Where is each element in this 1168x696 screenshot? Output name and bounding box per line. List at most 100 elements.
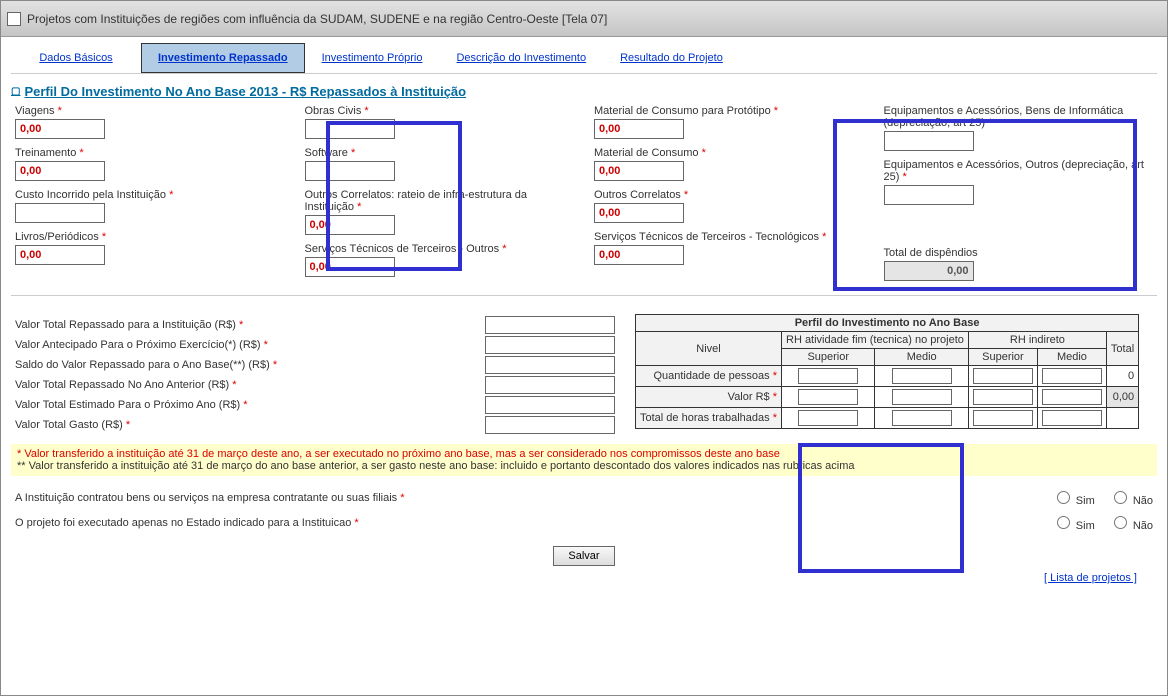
q0-yes-radio[interactable] bbox=[1057, 491, 1070, 504]
rh-row-1-label: Valor R$ * bbox=[636, 387, 782, 408]
input-equip-outros[interactable] bbox=[884, 185, 974, 205]
rh-row-2: Total de horas trabalhadas * bbox=[636, 408, 1139, 429]
rh-row-0: Quantidade de pessoas * 0 bbox=[636, 366, 1139, 387]
input-obras[interactable] bbox=[305, 119, 395, 139]
rh-colgroup-2: Total bbox=[1106, 332, 1138, 366]
label-total-0: Valor Total Repassado para a Instituição… bbox=[15, 319, 485, 331]
q0-yes[interactable]: Sim bbox=[1052, 488, 1095, 507]
label-total-3: Valor Total Repassado No Ano Anterior (R… bbox=[15, 379, 485, 391]
rh-r2-total bbox=[1106, 408, 1138, 429]
input-viagens[interactable] bbox=[15, 119, 105, 139]
label-software: Software * bbox=[305, 147, 575, 159]
label-mat-prototipo: Material de Consumo para Protótipo * bbox=[594, 105, 864, 117]
q1-yes[interactable]: Sim bbox=[1052, 513, 1095, 532]
q1-no-radio[interactable] bbox=[1114, 516, 1127, 529]
rh-sub-3: Medio bbox=[1037, 349, 1106, 366]
label-total-disp: Total de dispêndios bbox=[884, 247, 1154, 259]
input-total-2[interactable] bbox=[485, 356, 615, 374]
tabs: Dados Básicos Investimento Repassado Inv… bbox=[11, 43, 1157, 74]
rh-sub-0: Superior bbox=[782, 349, 875, 366]
tab-investimento-repassado[interactable]: Investimento Repassado bbox=[141, 43, 305, 73]
question-0-text: A Instituição contratou bens ou serviços… bbox=[15, 492, 1052, 504]
input-correlatos-rateio[interactable] bbox=[305, 215, 395, 235]
fields-grid: Viagens * Treinamento * Custo Incorrido … bbox=[11, 105, 1157, 281]
rh-colgroup-0: RH atividade fim (tecnica) no projeto bbox=[782, 332, 969, 349]
window: Projetos com Instituições de regiões com… bbox=[0, 0, 1168, 696]
label-custo-inst: Custo Incorrido pela Instituição * bbox=[15, 189, 285, 201]
questions: A Instituição contratou bens ou serviços… bbox=[11, 488, 1157, 532]
rh-r0-c0[interactable] bbox=[798, 368, 858, 384]
question-1-text: O projeto foi executado apenas no Estado… bbox=[15, 517, 1052, 529]
rh-r1-c0[interactable] bbox=[798, 389, 858, 405]
label-equip-outros: Equipamentos e Acessórios, Outros (depre… bbox=[884, 159, 1154, 183]
label-total-2: Saldo do Valor Repassado para o Ano Base… bbox=[15, 359, 485, 371]
rh-r2-c3[interactable] bbox=[1042, 410, 1102, 426]
input-software[interactable] bbox=[305, 161, 395, 181]
col-1: Viagens * Treinamento * Custo Incorrido … bbox=[15, 105, 285, 281]
label-equip-info: Equipamentos e Acessórios, Bens de Infor… bbox=[884, 105, 1154, 129]
label-total-4: Valor Total Estimado Para o Próximo Ano … bbox=[15, 399, 485, 411]
rh-r2-c1[interactable] bbox=[892, 410, 952, 426]
rh-r0-c3[interactable] bbox=[1042, 368, 1102, 384]
q0-no[interactable]: Não bbox=[1109, 488, 1153, 507]
label-viagens: Viagens * bbox=[15, 105, 285, 117]
rh-r0-total: 0 bbox=[1106, 366, 1138, 387]
q1-no[interactable]: Não bbox=[1109, 513, 1153, 532]
note-2: ** Valor transferido a instituição até 3… bbox=[17, 460, 1151, 472]
input-equip-info[interactable] bbox=[884, 131, 974, 151]
tab-descricao-investimento[interactable]: Descrição do Investimento bbox=[439, 43, 603, 73]
note-1: * Valor transferido a instituição até 31… bbox=[17, 448, 1151, 460]
rh-title: Perfil do Investimento no Ano Base bbox=[636, 315, 1139, 332]
input-serv-outros[interactable] bbox=[305, 257, 395, 277]
col-2: Obras Civis * Software * Outros Correlat… bbox=[305, 105, 575, 281]
input-total-disp bbox=[884, 261, 974, 281]
input-mat-consumo[interactable] bbox=[594, 161, 684, 181]
rh-nivel-header: Nivel bbox=[636, 332, 782, 366]
section-header: Perfil Do Investimento No Ano Base 2013 … bbox=[11, 84, 1157, 99]
input-total-5[interactable] bbox=[485, 416, 615, 434]
q1-yes-radio[interactable] bbox=[1057, 516, 1070, 529]
input-total-4[interactable] bbox=[485, 396, 615, 414]
input-total-3[interactable] bbox=[485, 376, 615, 394]
rh-r0-c1[interactable] bbox=[892, 368, 952, 384]
rh-r2-c0[interactable] bbox=[798, 410, 858, 426]
input-custo-inst[interactable] bbox=[15, 203, 105, 223]
rh-r2-c2[interactable] bbox=[973, 410, 1033, 426]
label-mat-consumo: Material de Consumo * bbox=[594, 147, 864, 159]
rh-r1-c3[interactable] bbox=[1042, 389, 1102, 405]
rh-table-wrap: Perfil do Investimento no Ano Base Nivel… bbox=[635, 314, 1139, 436]
label-total-5: Valor Total Gasto (R$) * bbox=[15, 419, 485, 431]
link-bottom: [ Lista de projetos ] bbox=[11, 572, 1157, 584]
label-total-1: Valor Antecipado Para o Próximo Exercíci… bbox=[15, 339, 485, 351]
col-3: Material de Consumo para Protótipo * Mat… bbox=[594, 105, 864, 281]
input-mat-prototipo[interactable] bbox=[594, 119, 684, 139]
rh-r0-c2[interactable] bbox=[973, 368, 1033, 384]
input-serv-tec[interactable] bbox=[594, 245, 684, 265]
save-button[interactable]: Salvar bbox=[553, 546, 614, 566]
rh-r1-total: 0,00 bbox=[1106, 387, 1138, 408]
input-livros[interactable] bbox=[15, 245, 105, 265]
tab-dados-basicos[interactable]: Dados Básicos bbox=[11, 43, 141, 73]
tab-resultado-projeto[interactable]: Resultado do Projeto bbox=[603, 43, 740, 73]
rh-table: Perfil do Investimento no Ano Base Nivel… bbox=[635, 314, 1139, 429]
totals-left: Valor Total Repassado para a Instituição… bbox=[15, 314, 615, 436]
input-correlatos[interactable] bbox=[594, 203, 684, 223]
label-livros: Livros/Periódicos * bbox=[15, 231, 285, 243]
input-treinamento[interactable] bbox=[15, 161, 105, 181]
col-4: Equipamentos e Acessórios, Bens de Infor… bbox=[884, 105, 1154, 281]
input-total-0[interactable] bbox=[485, 316, 615, 334]
window-icon bbox=[7, 12, 21, 26]
label-correlatos-rateio: Outros Correlatos: rateio de infra-estru… bbox=[305, 189, 575, 213]
input-total-1[interactable] bbox=[485, 336, 615, 354]
rh-r1-c2[interactable] bbox=[973, 389, 1033, 405]
label-correlatos: Outros Correlatos * bbox=[594, 189, 864, 201]
content: Dados Básicos Investimento Repassado Inv… bbox=[1, 37, 1167, 590]
tab-investimento-proprio[interactable]: Investimento Próprio bbox=[305, 43, 440, 73]
label-serv-outros: Serviços Técnicos de Terceiros - Outros … bbox=[305, 243, 575, 255]
rh-sub-1: Medio bbox=[875, 349, 968, 366]
q0-no-radio[interactable] bbox=[1114, 491, 1127, 504]
lista-projetos-link[interactable]: [ Lista de projetos ] bbox=[1044, 572, 1137, 584]
rh-row-1: Valor R$ * 0,00 bbox=[636, 387, 1139, 408]
rh-r1-c1[interactable] bbox=[892, 389, 952, 405]
footer: Salvar bbox=[11, 546, 1157, 566]
